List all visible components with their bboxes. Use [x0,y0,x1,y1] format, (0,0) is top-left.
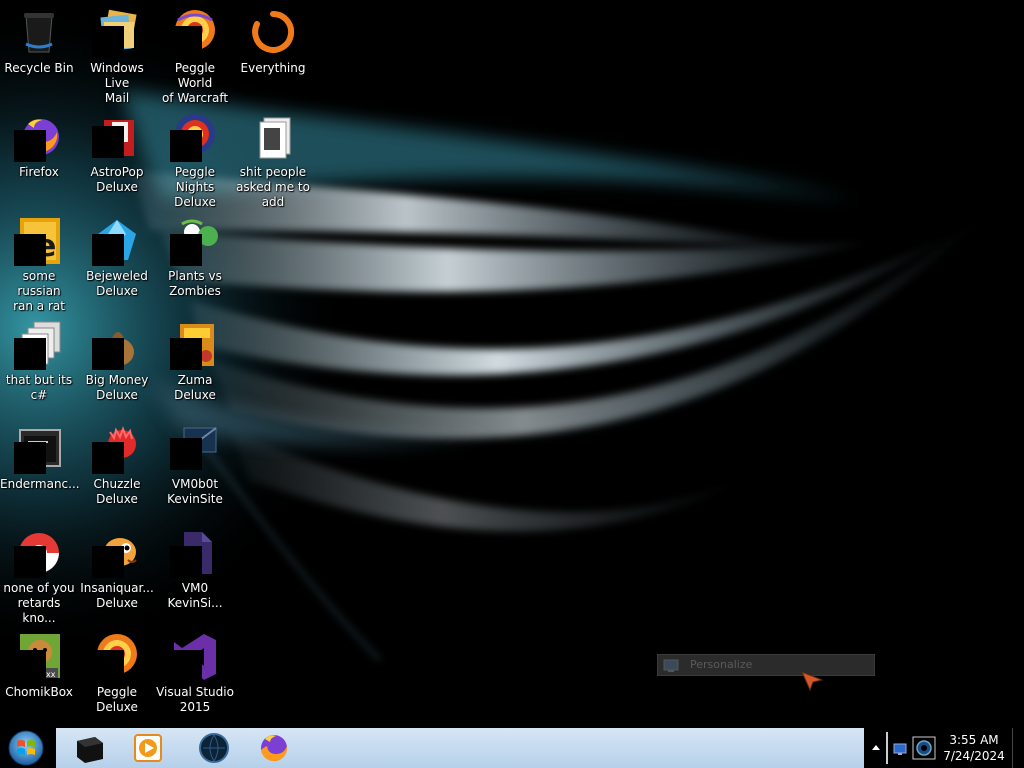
search-icon [248,8,298,58]
file-icon [170,528,220,578]
start-button[interactable] [4,729,48,767]
desktop-icon-endermanch[interactable]: Endermanc... [0,424,80,492]
desktop-icon-label: VM0b0t KevinSite [167,477,223,506]
visual-studio-icon [170,632,220,682]
clock-time: 3:55 AM [949,733,999,747]
desktop-icon-label: that but its c# [5,373,73,402]
globe-icon [199,733,229,763]
menu-item-label: Personalize [690,658,753,671]
desktop-icon-label: Endermanc... [0,477,80,491]
volume-icon[interactable] [912,736,936,760]
desktop-icon-plants-vs-zombies[interactable]: Plants vs Zombies [156,216,234,299]
desktop-icon-label: Plants vs Zombies [168,269,222,298]
desktop-icon-bejeweled-deluxe[interactable]: Bejeweled Deluxe [78,216,156,299]
desktop-icon-zuma-deluxe[interactable]: Zuma Deluxe [156,320,234,403]
desktop-icon-recycle-bin[interactable]: Recycle Bin [0,8,78,76]
java-icon: e [14,216,64,266]
windows-logo-icon [8,730,44,766]
desktop-icon-folder-people-asked[interactable]: shit people asked me to add [234,112,312,210]
desktop-icon-label: Everything [240,61,306,75]
desktop-icon-vm0b0t-kevinsite[interactable]: VM0b0t KevinSite [156,424,234,507]
firefox-icon [261,735,288,762]
desktop-icon-windows-live-mail[interactable]: Windows Live Mail [78,8,156,106]
desktop-icon-label: Recycle Bin [4,61,74,75]
desktop-icon-visual-studio-2015[interactable]: Visual Studio 2015 [156,632,234,715]
desktop-icon-label: Windows Live Mail [90,61,144,105]
desktop-icon-label: Visual Studio 2015 [156,685,234,714]
desktop-icon-label: VM0 KevinSi... [167,581,223,610]
desktop-icon-label: Firefox [19,165,59,179]
cube-icon [77,737,103,763]
desktop-icon-label: Zuma Deluxe [174,373,216,402]
mail-icon [92,8,142,58]
money-bag-icon [92,320,142,370]
media-player-icon [134,734,162,762]
desktop-icon-firefox[interactable]: Firefox [0,112,78,180]
fish-icon [92,528,142,578]
desktop-icon-label: Peggle Deluxe [96,685,138,714]
desktop-icon-chuzzle-deluxe[interactable]: Chuzzle Deluxe [78,424,156,507]
desktop-icon-chomikbox[interactable]: xx ChomikBox [0,632,78,700]
personalize-icon [663,658,679,672]
desktop-icon-label: Big Money Deluxe [85,373,149,402]
desktop-icon-label: ChomikBox [5,685,73,699]
svg-text:xx: xx [46,670,56,679]
context-menu: Personalize [657,654,875,676]
desktop-icon-insaniquarium-deluxe[interactable]: Insaniquar... Deluxe [78,528,156,611]
peggle-nights-icon [170,112,220,162]
peggle-icon [170,8,220,58]
desktop-icon-everything[interactable]: Everything [234,8,312,76]
folder-icon [248,112,298,162]
desktop-icon-peggle-deluxe[interactable]: Peggle Deluxe [78,632,156,715]
desktop-icon-peggle-world-of-warcraft[interactable]: Peggle World of Warcraft ... [156,8,234,121]
clock-date: 7/24/2024 [943,749,1005,763]
hamster-icon: xx [14,632,64,682]
chuzzle-icon [92,424,142,474]
firefox-icon [14,112,64,162]
desktop-icon-label: Peggle Nights Deluxe [174,165,216,209]
desktop-icon-that-but-its-csharp[interactable]: that but its c# [0,320,78,403]
desktop-icon-label: shit people asked me to add [236,165,310,209]
desktop-icon-label: Chuzzle Deluxe [93,477,141,506]
gem-icon [92,216,142,266]
recycle-bin-icon [14,8,64,58]
plant-icon [170,216,220,266]
taskbar-button-black-box-app[interactable] [70,731,110,765]
desktop-icon-label: AstroPop Deluxe [90,165,144,194]
chrome-icon [14,528,64,578]
system-clock[interactable]: 3:55 AM 7/24/2024 [940,732,1008,764]
vm-icon [170,424,220,474]
show-hidden-icons-icon[interactable] [870,742,882,754]
menu-item-personalize[interactable]: Personalize [658,655,874,675]
peggle-deluxe-icon [92,632,142,682]
taskbar-button-firefox[interactable] [254,731,294,765]
desktop-icon-peggle-nights-deluxe[interactable]: Peggle Nights Deluxe [156,112,234,210]
mouse-cursor-icon [801,671,824,692]
desktop-icon-vm0-kevinsite[interactable]: VM0 KevinSi... [156,528,234,611]
taskbar-button-windows-media-player[interactable] [128,731,168,765]
zuma-icon [170,320,220,370]
astropop-icon [92,112,142,162]
desktop-icon-big-money-deluxe[interactable]: Big Money Deluxe [78,320,156,403]
taskbar-app-area [56,728,864,768]
network-icon[interactable] [892,740,908,756]
desktop-icon-some-russian-ran-a-rat[interactable]: e some russian ran a rat [0,216,78,314]
desktop-icon-label: Bejeweled Deluxe [86,269,148,298]
copy-icon [14,320,64,370]
desktop-icon-none-of-you-retards[interactable]: none of you retards kno... [0,528,78,626]
desktop-icon-label: some russian ran a rat [13,269,65,313]
taskbar: 3:55 AM 7/24/2024 [0,728,1024,768]
taskbar-button-dark-globe-app[interactable] [194,731,234,765]
tray-divider [886,732,888,764]
desktop-icon-label: Insaniquar... Deluxe [80,581,154,610]
desktop-icon-label: none of you retards kno... [3,581,75,625]
terminal-icon [14,424,64,474]
system-tray: 3:55 AM 7/24/2024 [864,728,1024,768]
show-desktop-button[interactable] [1012,728,1022,768]
desktop-icon-astropop-deluxe[interactable]: AstroPop Deluxe [78,112,156,195]
